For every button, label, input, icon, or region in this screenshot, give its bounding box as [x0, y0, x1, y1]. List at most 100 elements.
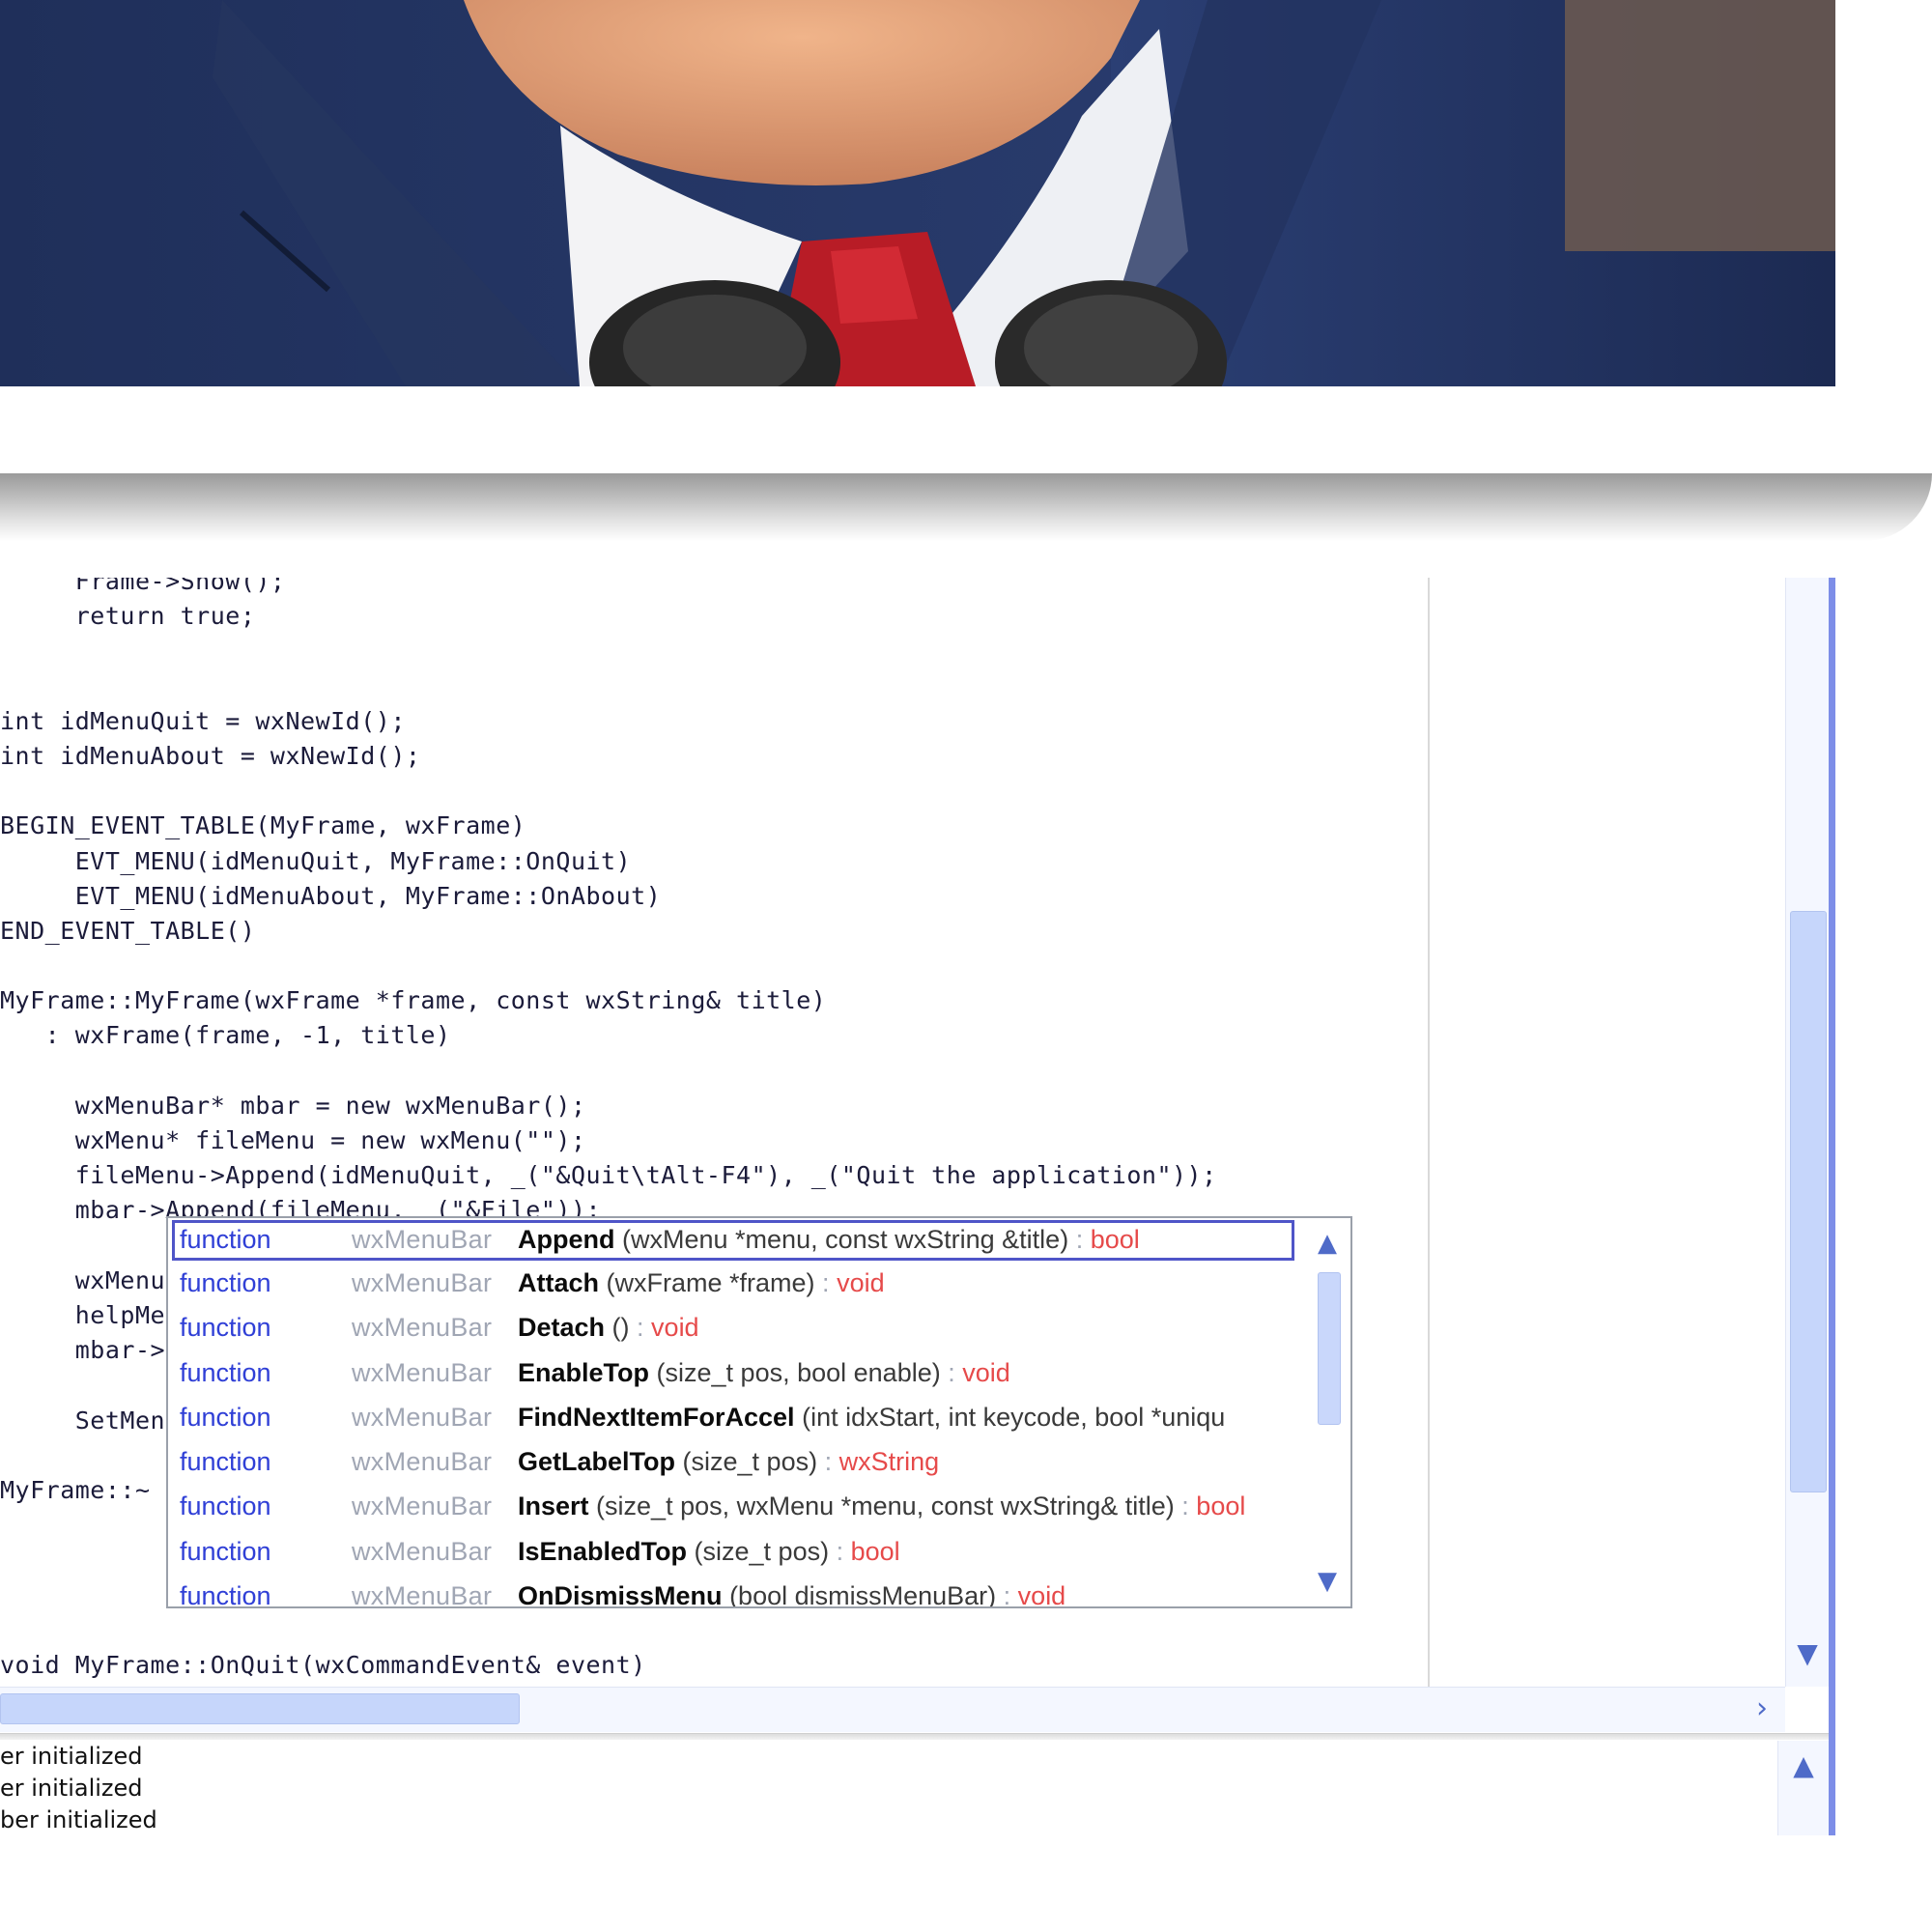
code-line[interactable]: int idMenuQuit = wxNewId();: [0, 704, 1292, 739]
code-line[interactable]: : wxFrame(frame, -1, title): [0, 1018, 1292, 1053]
item-owner-class: wxMenuBar: [352, 1357, 493, 1387]
item-ret: void: [837, 1268, 885, 1297]
autocomplete-item[interactable]: function wxMenuBar Insert (size_t pos, wxM…: [168, 1484, 1298, 1528]
item-name: Append: [518, 1225, 615, 1254]
code-line[interactable]: [0, 1054, 1292, 1089]
code-line[interactable]: [0, 949, 1292, 983]
editor-horizontal-scrollbar[interactable]: ›: [0, 1687, 1785, 1732]
item-ret: void: [651, 1313, 699, 1343]
item-params: (size_t pos, wxMenu *menu, const wxStrin…: [596, 1492, 1175, 1521]
code-line[interactable]: wxMenuBar* mbar = new wxMenuBar();: [0, 1089, 1292, 1123]
item-params: (wxFrame *frame): [606, 1268, 815, 1297]
item-name: IsEnabledTop: [518, 1536, 688, 1566]
item-sep: :: [1068, 1225, 1091, 1254]
autocomplete-scrollbar[interactable]: ▲ ▼: [1304, 1218, 1350, 1606]
code-line[interactable]: [0, 1613, 1292, 1648]
item-name: Detach: [518, 1313, 606, 1343]
item-kind: function: [180, 1447, 271, 1477]
item-ret: bool: [850, 1536, 900, 1566]
item-sep: :: [817, 1447, 839, 1477]
item-name: OnDismissMenu: [518, 1581, 723, 1608]
item-sep: :: [940, 1357, 963, 1387]
item-params: (int idxStart, int keycode, bool *uniqu: [802, 1402, 1226, 1432]
page-shadow-band: [0, 473, 1932, 541]
autocomplete-item[interactable]: function wxMenuBar Attach (wxFrame *frame)…: [168, 1261, 1298, 1305]
code-line[interactable]: fileMenu->Append(idMenuQuit, _("&Quit\tA…: [0, 1158, 1292, 1193]
item-params: (size_t pos): [682, 1447, 818, 1477]
item-params: (wxMenu *menu, const wxString &title): [622, 1225, 1069, 1254]
editor-vertical-scrollbar[interactable]: ▼: [1785, 578, 1829, 1687]
item-kind: function: [180, 1313, 271, 1343]
item-sep: :: [1174, 1492, 1197, 1521]
item-signature: Detach () : void: [518, 1305, 699, 1350]
item-signature: Attach (wxFrame *frame) : void: [518, 1261, 885, 1305]
autocomplete-item[interactable]: function wxMenuBar OnDismissMenu (bool dis…: [168, 1574, 1298, 1608]
log-vertical-scrollbar[interactable]: ▲: [1777, 1741, 1829, 1835]
code-line[interactable]: wxMenu* fileMenu = new wxMenu("");: [0, 1123, 1292, 1158]
autocomplete-scroll-thumb[interactable]: [1318, 1272, 1341, 1425]
item-owner-class: wxMenuBar: [352, 1447, 493, 1477]
code-line[interactable]: Frame->Show();: [0, 578, 1292, 599]
code-editor[interactable]: Frame->Show(); return true; int idMenuQui…: [0, 578, 1785, 1687]
autocomplete-item[interactable]: function wxMenuBar FindNextItemForAccel (i…: [168, 1395, 1298, 1439]
code-editor-window: Frame->Show(); return true; int idMenuQui…: [0, 578, 1835, 1835]
right-margin-guide: [1428, 578, 1430, 1687]
item-sep: :: [829, 1536, 851, 1566]
code-line[interactable]: return true;: [0, 599, 1292, 634]
autocomplete-item[interactable]: function wxMenuBar Detach () : void: [168, 1305, 1298, 1350]
panel-splitter[interactable]: [0, 1733, 1829, 1740]
item-sep: :: [996, 1581, 1018, 1608]
item-ret: void: [1017, 1581, 1066, 1608]
code-line[interactable]: BEGIN_EVENT_TABLE(MyFrame, wxFrame): [0, 809, 1292, 843]
item-name: Attach: [518, 1268, 600, 1297]
item-params: (): [611, 1313, 630, 1343]
item-params: (bool dismissMenuBar): [729, 1581, 997, 1608]
item-signature: FindNextItemForAccel (int idxStart, int …: [518, 1395, 1225, 1439]
log-line: ber initialized: [0, 1806, 157, 1833]
item-kind: function: [180, 1492, 271, 1521]
code-line[interactable]: [0, 634, 1292, 668]
item-kind: function: [180, 1402, 271, 1432]
item-name: FindNextItemForAccel: [518, 1402, 795, 1432]
item-ret: void: [962, 1357, 1010, 1387]
item-name: Insert: [518, 1492, 589, 1521]
scroll-up-icon[interactable]: ▲: [1786, 1748, 1821, 1783]
item-signature: GetLabelTop (size_t pos) : wxString: [518, 1439, 939, 1484]
item-sep: :: [629, 1313, 652, 1343]
build-log-panel: er initialized er initialized ber initiali…: [0, 1741, 1777, 1835]
scroll-down-icon[interactable]: ▼: [1790, 1636, 1825, 1671]
scroll-down-icon[interactable]: ▼: [1312, 1566, 1343, 1597]
item-kind: function: [180, 1357, 271, 1387]
autocomplete-item[interactable]: function wxMenuBar IsEnabledTop (size_t po…: [168, 1529, 1298, 1574]
item-owner-class: wxMenuBar: [352, 1225, 493, 1254]
item-kind: function: [180, 1536, 271, 1566]
code-line[interactable]: void MyFrame::OnQuit(wxCommandEvent& eve…: [0, 1648, 1292, 1683]
item-signature: EnableTop (size_t pos, bool enable) : vo…: [518, 1350, 1010, 1395]
item-signature: OnDismissMenu (bool dismissMenuBar) : vo…: [518, 1574, 1066, 1608]
item-ret: bool: [1196, 1492, 1246, 1521]
code-line[interactable]: [0, 669, 1292, 704]
item-owner-class: wxMenuBar: [352, 1268, 493, 1297]
item-kind: function: [180, 1268, 271, 1297]
editor-horizontal-scroll-thumb[interactable]: [0, 1693, 520, 1724]
header-photo: [0, 0, 1835, 386]
autocomplete-item[interactable]: function wxMenuBar GetLabelTop (size_t pos…: [168, 1439, 1298, 1484]
autocomplete-popup[interactable]: function wxMenuBar Append (wxMenu *menu, c…: [166, 1216, 1352, 1608]
item-owner-class: wxMenuBar: [352, 1581, 493, 1608]
code-line[interactable]: EVT_MENU(idMenuAbout, MyFrame::OnAbout): [0, 879, 1292, 914]
item-owner-class: wxMenuBar: [352, 1492, 493, 1521]
autocomplete-item[interactable]: function wxMenuBar EnableTop (size_t pos, …: [168, 1350, 1298, 1395]
code-line[interactable]: int idMenuAbout = wxNewId();: [0, 739, 1292, 774]
item-kind: function: [180, 1225, 271, 1254]
item-owner-class: wxMenuBar: [352, 1313, 493, 1343]
scroll-up-icon[interactable]: ▲: [1312, 1228, 1343, 1259]
item-params: (size_t pos): [694, 1536, 830, 1566]
code-line[interactable]: [0, 774, 1292, 809]
autocomplete-item[interactable]: function wxMenuBar Append (wxMenu *menu, c…: [172, 1220, 1294, 1261]
code-line[interactable]: EVT_MENU(idMenuQuit, MyFrame::OnQuit): [0, 844, 1292, 879]
code-line[interactable]: END_EVENT_TABLE(): [0, 914, 1292, 949]
editor-vertical-scroll-thumb[interactable]: [1790, 911, 1827, 1492]
autocomplete-list[interactable]: function wxMenuBar Append (wxMenu *menu, c…: [168, 1218, 1298, 1608]
scroll-right-icon[interactable]: ›: [1745, 1691, 1779, 1726]
code-line[interactable]: MyFrame::MyFrame(wxFrame *frame, const w…: [0, 983, 1292, 1018]
